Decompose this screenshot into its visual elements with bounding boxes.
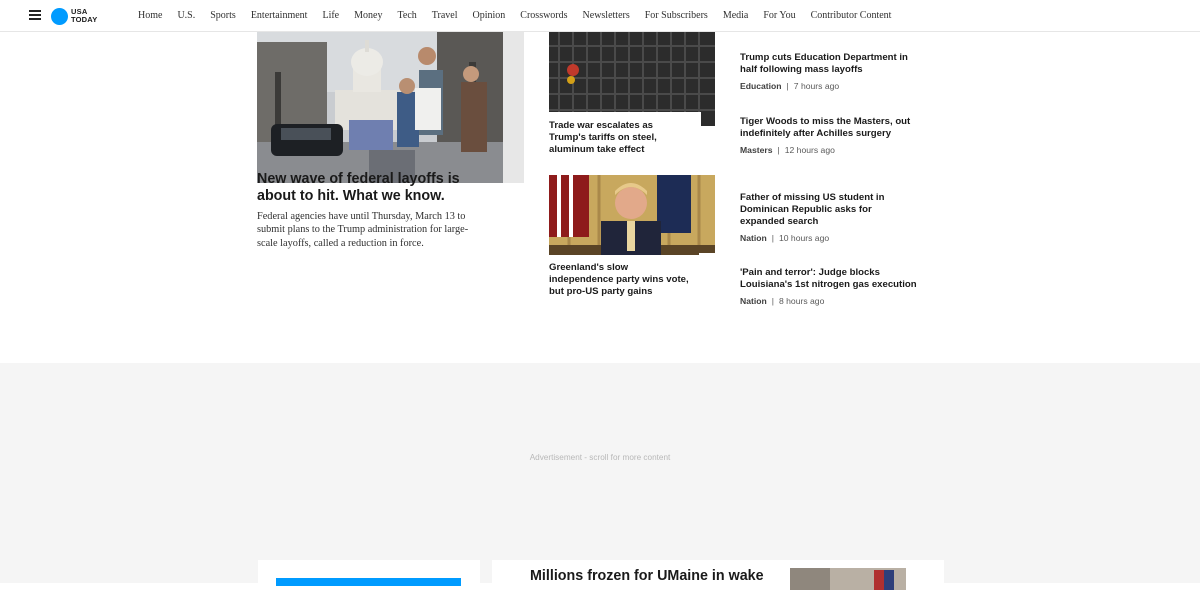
list-headline[interactable]: Tiger Woods to miss the Masters, out ind…: [740, 116, 918, 140]
list-headline[interactable]: Trump cuts Education Department in half …: [740, 52, 918, 76]
top-navigation-bar: USA TODAY Home U.S. Sports Entertainment…: [0, 0, 1200, 32]
nav-home[interactable]: Home: [138, 10, 162, 21]
nav-tech[interactable]: Tech: [397, 10, 416, 21]
advertisement-area: [0, 363, 1200, 583]
nav-contributor-content[interactable]: Contributor Content: [811, 10, 892, 21]
nav-for-subscribers[interactable]: For Subscribers: [645, 10, 708, 21]
nav-us[interactable]: U.S.: [177, 10, 195, 21]
nav-for-you[interactable]: For You: [763, 10, 795, 21]
timestamp: 8 hours ago: [778, 296, 825, 306]
meta-separator: |: [777, 145, 780, 155]
meta-separator: |: [771, 233, 774, 243]
nav-sports[interactable]: Sports: [210, 10, 236, 21]
meta-separator: |: [771, 296, 774, 306]
list-item: 'Pain and terror': Judge blocks Louisian…: [740, 267, 918, 307]
nav-media[interactable]: Media: [723, 10, 749, 21]
tariffs-story-headline[interactable]: Trade war escalates as Trump's tariffs o…: [549, 120, 689, 156]
advertisement-label: Advertisement - scroll for more content: [529, 453, 671, 462]
nav-opinion[interactable]: Opinion: [473, 10, 506, 21]
brand-line-2: TODAY: [71, 15, 98, 24]
brand-circle: [51, 7, 68, 25]
nav-crosswords[interactable]: Crosswords: [520, 10, 567, 21]
greenland-story-headline[interactable]: Greenland's slow independence party wins…: [549, 262, 689, 298]
greenland-story-photo[interactable]: [549, 175, 715, 268]
topic-tag[interactable]: Nation: [740, 296, 767, 306]
meta-separator: |: [786, 81, 789, 91]
umaine-story-photo[interactable]: [790, 568, 906, 590]
bottom-left-card: [258, 560, 480, 590]
hamburger-menu-icon[interactable]: [29, 10, 41, 20]
topic-tag[interactable]: Education: [740, 81, 782, 91]
lead-story-headline[interactable]: New wave of federal layoffs is about to …: [257, 171, 487, 205]
nav-life[interactable]: Life: [322, 10, 339, 21]
lead-story-summary: Federal agencies have until Thursday, Ma…: [257, 211, 469, 249]
blue-accent-bar: [276, 578, 461, 586]
story-meta: Education | 7 hours ago: [740, 81, 918, 92]
lead-story-photo[interactable]: [257, 32, 524, 183]
story-meta: Nation | 10 hours ago: [740, 233, 918, 244]
tariffs-story-photo[interactable]: [549, 32, 715, 126]
timestamp: 10 hours ago: [778, 233, 830, 243]
umaine-story-headline[interactable]: Millions frozen for UMaine in wake: [530, 568, 780, 585]
topic-tag[interactable]: Masters: [740, 145, 772, 155]
timestamp: 12 hours ago: [784, 145, 835, 155]
list-headline[interactable]: Father of missing US student in Dominica…: [740, 192, 918, 228]
nav-money[interactable]: Money: [354, 10, 382, 21]
story-meta: Nation | 8 hours ago: [740, 296, 918, 307]
brand-wordmark: USA TODAY: [71, 8, 97, 24]
nav-entertainment[interactable]: Entertainment: [251, 10, 308, 21]
list-headline[interactable]: 'Pain and terror': Judge blocks Louisian…: [740, 267, 918, 291]
nav-travel[interactable]: Travel: [432, 10, 458, 21]
nav-newsletters[interactable]: Newsletters: [583, 10, 630, 21]
list-item: Father of missing US student in Dominica…: [740, 192, 918, 244]
list-item: Tiger Woods to miss the Masters, out ind…: [740, 116, 918, 156]
usa-today-logo[interactable]: USA TODAY: [51, 6, 97, 26]
section-nav: Home U.S. Sports Entertainment Life Mone…: [138, 0, 891, 31]
bottom-right-card: Millions frozen for UMaine in wake: [492, 560, 944, 590]
list-item: Trump cuts Education Department in half …: [740, 52, 918, 92]
story-meta: Masters | 12 hours ago: [740, 145, 918, 156]
timestamp: 7 hours ago: [793, 81, 840, 91]
topic-tag[interactable]: Nation: [740, 233, 767, 243]
